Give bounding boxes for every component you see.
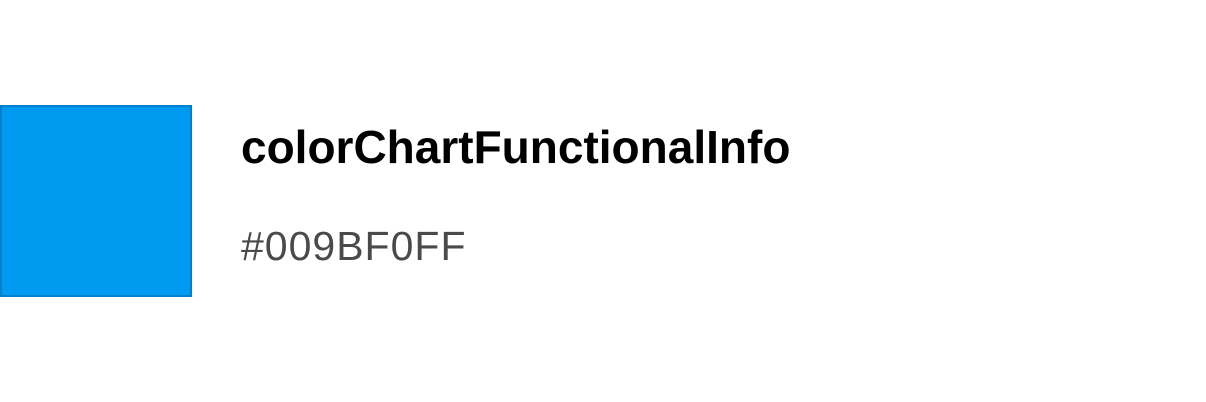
color-swatch <box>0 105 192 297</box>
token-name: colorChartFunctionalInfo <box>241 121 791 173</box>
token-hex-value: #009BF0FF <box>241 223 467 269</box>
color-token-card: colorChartFunctionalInfo #009BF0FF <box>0 0 1206 402</box>
